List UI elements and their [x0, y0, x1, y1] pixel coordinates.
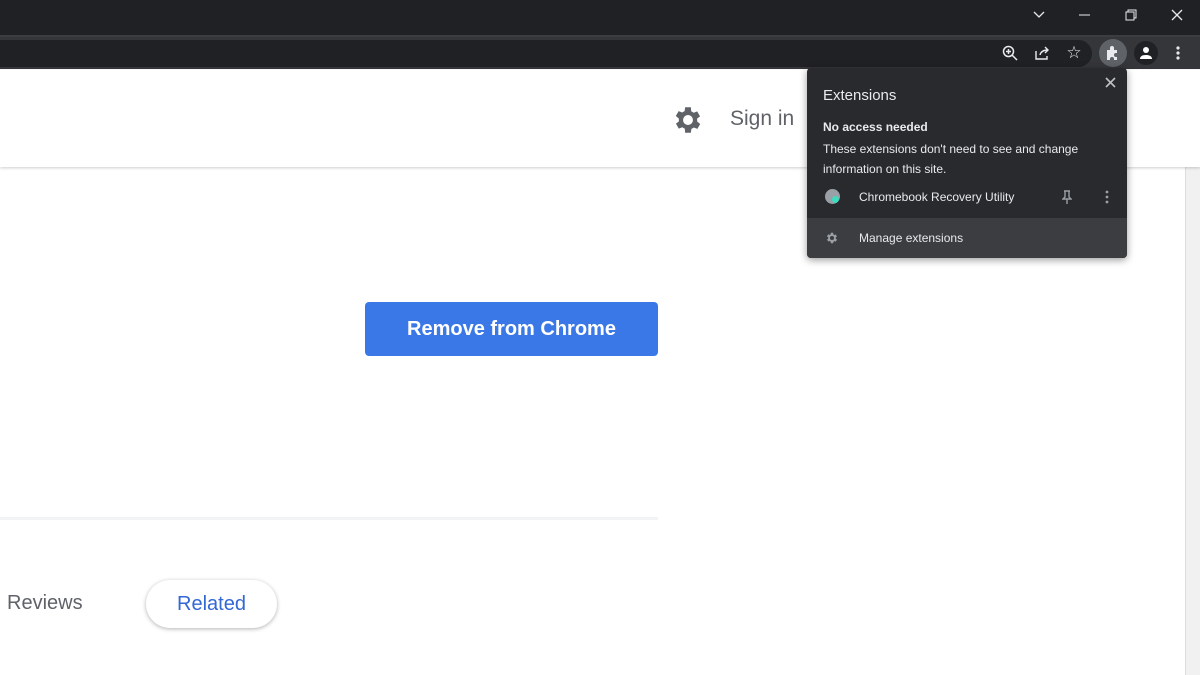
- title-bar: [0, 0, 1200, 35]
- scrollbar[interactable]: [1185, 167, 1200, 675]
- more-options-icon[interactable]: [1099, 188, 1115, 206]
- manage-extensions-label: Manage extensions: [859, 231, 964, 245]
- popup-title: Extensions: [823, 87, 897, 104]
- extension-item[interactable]: Chromebook Recovery Utility: [807, 182, 1127, 212]
- minimize-icon[interactable]: [1072, 4, 1098, 26]
- extension-name: Chromebook Recovery Utility: [859, 190, 1015, 204]
- section-title: No access needed: [823, 120, 928, 134]
- tab-reviews[interactable]: Reviews: [7, 592, 83, 615]
- popup-close-icon[interactable]: [1102, 74, 1118, 90]
- settings-icon[interactable]: [671, 103, 705, 137]
- close-icon[interactable]: [1164, 4, 1190, 26]
- share-icon[interactable]: [1032, 43, 1052, 63]
- gear-icon: [825, 231, 839, 245]
- restore-icon[interactable]: [1118, 4, 1144, 26]
- extensions-popup: Extensions No access needed These extens…: [807, 68, 1127, 258]
- menu-icon[interactable]: [1170, 43, 1186, 63]
- tab-related[interactable]: Related: [146, 580, 277, 628]
- section-description: These extensions don't need to see and c…: [823, 142, 1079, 176]
- toolbar: ☆: [0, 35, 1200, 69]
- zoom-icon[interactable]: [1000, 43, 1020, 63]
- star-icon[interactable]: ☆: [1064, 43, 1084, 63]
- divider: [0, 517, 658, 520]
- manage-extensions-button[interactable]: Manage extensions: [807, 218, 1127, 258]
- pin-icon[interactable]: [1059, 188, 1075, 206]
- extensions-icon[interactable]: [1099, 39, 1127, 67]
- sign-in-link[interactable]: Sign in: [730, 107, 794, 131]
- tab-related-label: Related: [177, 592, 246, 615]
- remove-from-chrome-button[interactable]: Remove from Chrome: [365, 302, 658, 356]
- extension-icon: [825, 189, 840, 204]
- tab-search-icon[interactable]: [1026, 4, 1052, 26]
- address-bar[interactable]: [0, 40, 1092, 67]
- profile-icon[interactable]: [1134, 41, 1158, 65]
